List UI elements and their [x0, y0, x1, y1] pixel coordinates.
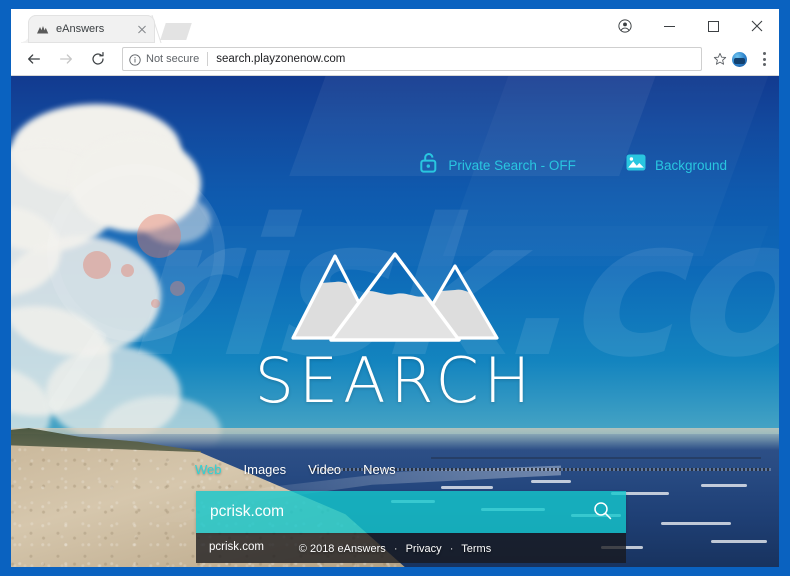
terms-link[interactable]: Terms	[461, 543, 491, 555]
logo-wordmark: SEARCH	[254, 344, 536, 417]
footer-separator: ·	[393, 543, 398, 555]
screen: eAnswers Not secure search.playzonenow.c…	[0, 0, 790, 576]
search-input[interactable]	[196, 491, 578, 533]
security-indicator[interactable]: Not secure	[129, 53, 200, 66]
minimize-icon[interactable]	[647, 9, 691, 43]
image-picture-icon	[626, 154, 646, 176]
close-window-icon[interactable]	[735, 9, 779, 43]
tab-title: eAnswers	[56, 23, 105, 35]
magnifier-icon	[593, 501, 612, 523]
tab-web[interactable]: Web	[195, 462, 222, 477]
page-footer: © 2018 eAnswers · Privacy · Terms	[11, 543, 779, 555]
privacy-link[interactable]: Privacy	[406, 543, 442, 555]
tab-strip: eAnswers	[11, 9, 779, 43]
mountain-logo-icon	[36, 23, 49, 36]
extension-avatar-icon[interactable]	[732, 51, 747, 67]
private-search-label: Private Search - OFF	[448, 157, 576, 173]
new-tab-icon[interactable]	[160, 23, 192, 40]
back-arrow-icon[interactable]	[20, 45, 48, 73]
search-submit-button[interactable]	[578, 491, 626, 533]
tab-images[interactable]: Images	[244, 462, 287, 477]
search-page: Private Search - OFF Background SEARCH W…	[11, 76, 779, 567]
browser-tab[interactable]: eAnswers	[21, 15, 155, 43]
search-box	[196, 491, 626, 533]
browser-window: eAnswers Not secure search.playzonenow.c…	[11, 9, 779, 567]
open-padlock-icon	[420, 152, 439, 178]
three-dot-menu-icon[interactable]	[753, 46, 775, 72]
star-icon[interactable]	[710, 49, 730, 69]
info-circle-icon	[129, 53, 141, 66]
search-category-tabs: Web Images Video News	[195, 462, 396, 477]
browser-toolbar: Not secure search.playzonenow.com	[11, 43, 779, 76]
top-navigation: Private Search - OFF Background	[420, 152, 727, 178]
private-search-toggle[interactable]: Private Search - OFF	[420, 152, 576, 178]
url-text: search.playzonenow.com	[216, 53, 346, 65]
profile-icon[interactable]	[603, 9, 647, 43]
site-logo: SEARCH	[11, 252, 779, 412]
omnibox-divider	[207, 52, 209, 66]
forward-arrow-icon	[52, 45, 80, 73]
window-controls	[603, 9, 779, 43]
background-button[interactable]: Background	[626, 154, 727, 176]
address-bar[interactable]: Not secure search.playzonenow.com	[122, 47, 702, 71]
tab-video[interactable]: Video	[308, 462, 341, 477]
security-label: Not secure	[146, 53, 200, 65]
background-label: Background	[654, 157, 727, 173]
copyright-text: © 2018 eAnswers	[298, 543, 386, 555]
reload-icon[interactable]	[84, 45, 112, 73]
maximize-icon[interactable]	[691, 9, 735, 43]
close-icon[interactable]	[134, 21, 150, 37]
tab-news[interactable]: News	[363, 462, 396, 477]
footer-separator: ·	[449, 543, 454, 555]
page-viewport: risk.com Private Search - OFF	[11, 76, 779, 567]
three-mountains-icon	[291, 252, 499, 344]
